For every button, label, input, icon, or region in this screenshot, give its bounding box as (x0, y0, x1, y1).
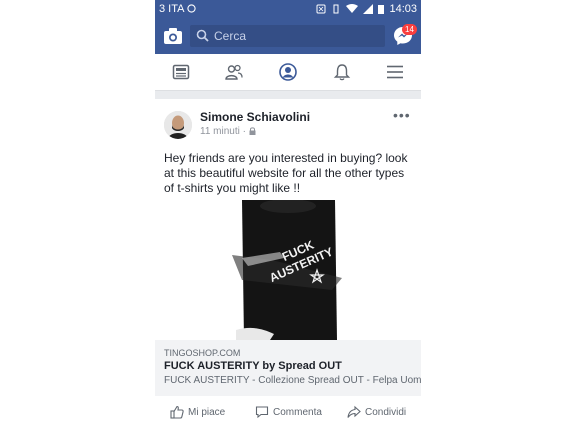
camera-icon[interactable] (163, 26, 183, 46)
menu-icon[interactable] (386, 63, 404, 81)
vibrate-icon (333, 4, 339, 14)
search-input[interactable]: Cerca (190, 25, 385, 47)
notifications-icon[interactable] (333, 63, 351, 81)
like-button[interactable]: Mi piace (170, 405, 225, 419)
feed-divider (155, 91, 421, 99)
wifi-icon (346, 4, 359, 13)
carrier-label: 3 ITA (159, 3, 196, 15)
friends-icon[interactable] (225, 63, 243, 81)
messenger-badge: 14 (402, 24, 417, 35)
post-meta: 11 minuti · (200, 126, 256, 137)
link-domain: TINGOSHOP.COM (164, 348, 241, 358)
feed-post: Simone Schiavolini 11 minuti · ••• Hey f… (155, 99, 421, 426)
author-avatar[interactable] (164, 111, 192, 139)
nfc-icon (316, 4, 326, 14)
profile-icon[interactable] (279, 63, 297, 81)
comment-icon (255, 406, 269, 419)
battery-icon (378, 5, 385, 14)
share-button[interactable]: Condividi (347, 405, 406, 419)
share-icon (347, 405, 361, 418)
thumbs-up-icon (170, 405, 184, 419)
author-name[interactable]: Simone Schiavolini (200, 110, 310, 124)
post-image[interactable]: FUCK AUSTERITY (222, 200, 355, 340)
post-actions: Mi piace Commenta Condividi (155, 400, 421, 424)
top-bar: Cerca 14 (155, 18, 421, 54)
link-title: FUCK AUSTERITY by Spread OUT (164, 360, 342, 372)
comment-label: Commenta (273, 406, 322, 418)
phone-screen: 3 ITA 14:03 Cerca 14 Simone Schiavolini … (155, 0, 421, 426)
lock-icon (249, 127, 256, 135)
comment-button[interactable]: Commenta (255, 405, 322, 419)
post-time[interactable]: 11 minuti (200, 126, 240, 137)
news-feed-icon[interactable] (172, 63, 190, 81)
share-label: Condividi (365, 406, 407, 418)
clock: 14:03 (389, 3, 417, 15)
post-options-icon[interactable]: ••• (393, 107, 411, 123)
status-bar: 3 ITA 14:03 (155, 0, 421, 18)
post-text: Hey friends are you interested in buying… (164, 151, 408, 195)
whatsapp-icon (187, 4, 196, 13)
link-preview[interactable]: TINGOSHOP.COM FUCK AUSTERITY by Spread O… (155, 340, 421, 396)
search-icon (196, 29, 209, 42)
nav-bar (155, 54, 421, 91)
signal-icon (363, 4, 374, 14)
search-placeholder: Cerca (214, 29, 247, 43)
link-description: FUCK AUSTERITY - Collezione Spread OUT -… (164, 375, 421, 386)
like-label: Mi piace (188, 406, 226, 418)
